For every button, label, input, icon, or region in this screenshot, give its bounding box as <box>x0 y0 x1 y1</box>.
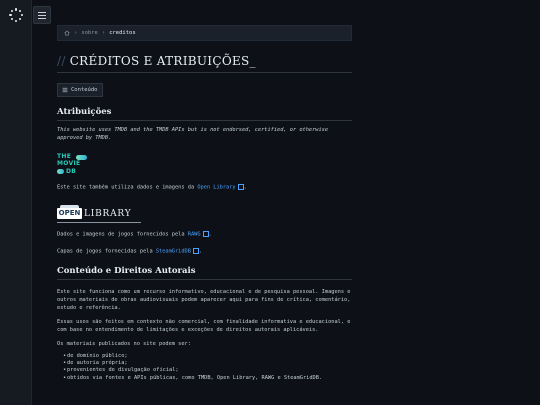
title-text: CRÉDITOS E ATRIBUIÇÕES_ <box>69 54 256 68</box>
home-icon[interactable] <box>64 30 70 36</box>
rawg-credit: Dados e imagens de jogos fornecidos pela… <box>57 231 212 238</box>
main-content: › sobre › creditos //CRÉDITOS E ATRIBUIÇ… <box>57 0 352 382</box>
list-item: de autoria própria; <box>63 360 352 367</box>
openlibrary-link[interactable]: Open Library <box>197 185 235 191</box>
spinner-logo-icon[interactable] <box>9 8 23 22</box>
rights-list: de domínio público; de autoria própria; … <box>57 353 352 382</box>
rights-paragraph-1: Este site funciona como um recurso infor… <box>57 289 351 311</box>
openlibrary-logo: OPEN LIBRARY <box>57 205 142 225</box>
breadcrumb-parent[interactable]: sobre <box>81 30 98 36</box>
rawg-link[interactable]: RAWG <box>188 232 201 238</box>
list-icon <box>62 87 68 93</box>
steamgriddb-link[interactable]: SteamGridDB <box>156 249 191 255</box>
breadcrumb: › sobre › creditos <box>57 25 352 41</box>
rights-paragraph-3: Os materiais publicados no site podem se… <box>57 341 191 348</box>
menu-toggle-button[interactable] <box>33 6 51 24</box>
breadcrumb-sep: › <box>74 30 78 36</box>
breadcrumb-current: creditos <box>109 30 136 36</box>
list-item: obtidos via fontes e APIs públicas, como… <box>63 375 352 382</box>
tmdb-logo-line3: DB <box>66 167 77 175</box>
title-slash: // <box>57 54 66 68</box>
page-title: //CRÉDITOS E ATRIBUIÇÕES_ <box>57 54 352 73</box>
breadcrumb-sep: › <box>101 30 106 36</box>
section-heading-rights: Conteúdo e Direitos Autorais <box>57 266 352 281</box>
toc-button[interactable]: Conteúdo <box>57 83 103 97</box>
steamgriddb-credit: Capas de jogos fornecidas pela SteamGrid… <box>57 248 203 255</box>
tmdb-disclaimer: This website uses TMDB and the TMDB APIs… <box>57 127 329 141</box>
list-item: provenientes de divulgação oficial; <box>63 367 352 374</box>
openlibrary-logo-open: OPEN <box>57 205 82 220</box>
openlibrary-credit: Este site também utiliza dados e imagens… <box>57 184 247 191</box>
openlibrary-logo-library: LIBRARY <box>84 209 132 220</box>
rights-paragraph-2: Essas usos são feitos em contexto não co… <box>57 319 351 333</box>
tmdb-logo-line2: MOVIE <box>57 160 81 168</box>
hamburger-icon <box>38 11 46 13</box>
sidebar-rail <box>0 0 32 405</box>
toc-label: Conteúdo <box>71 87 98 93</box>
section-heading-attributions: Atribuições <box>57 107 352 121</box>
tmdb-logo: THE MOVIE DB <box>57 154 87 178</box>
